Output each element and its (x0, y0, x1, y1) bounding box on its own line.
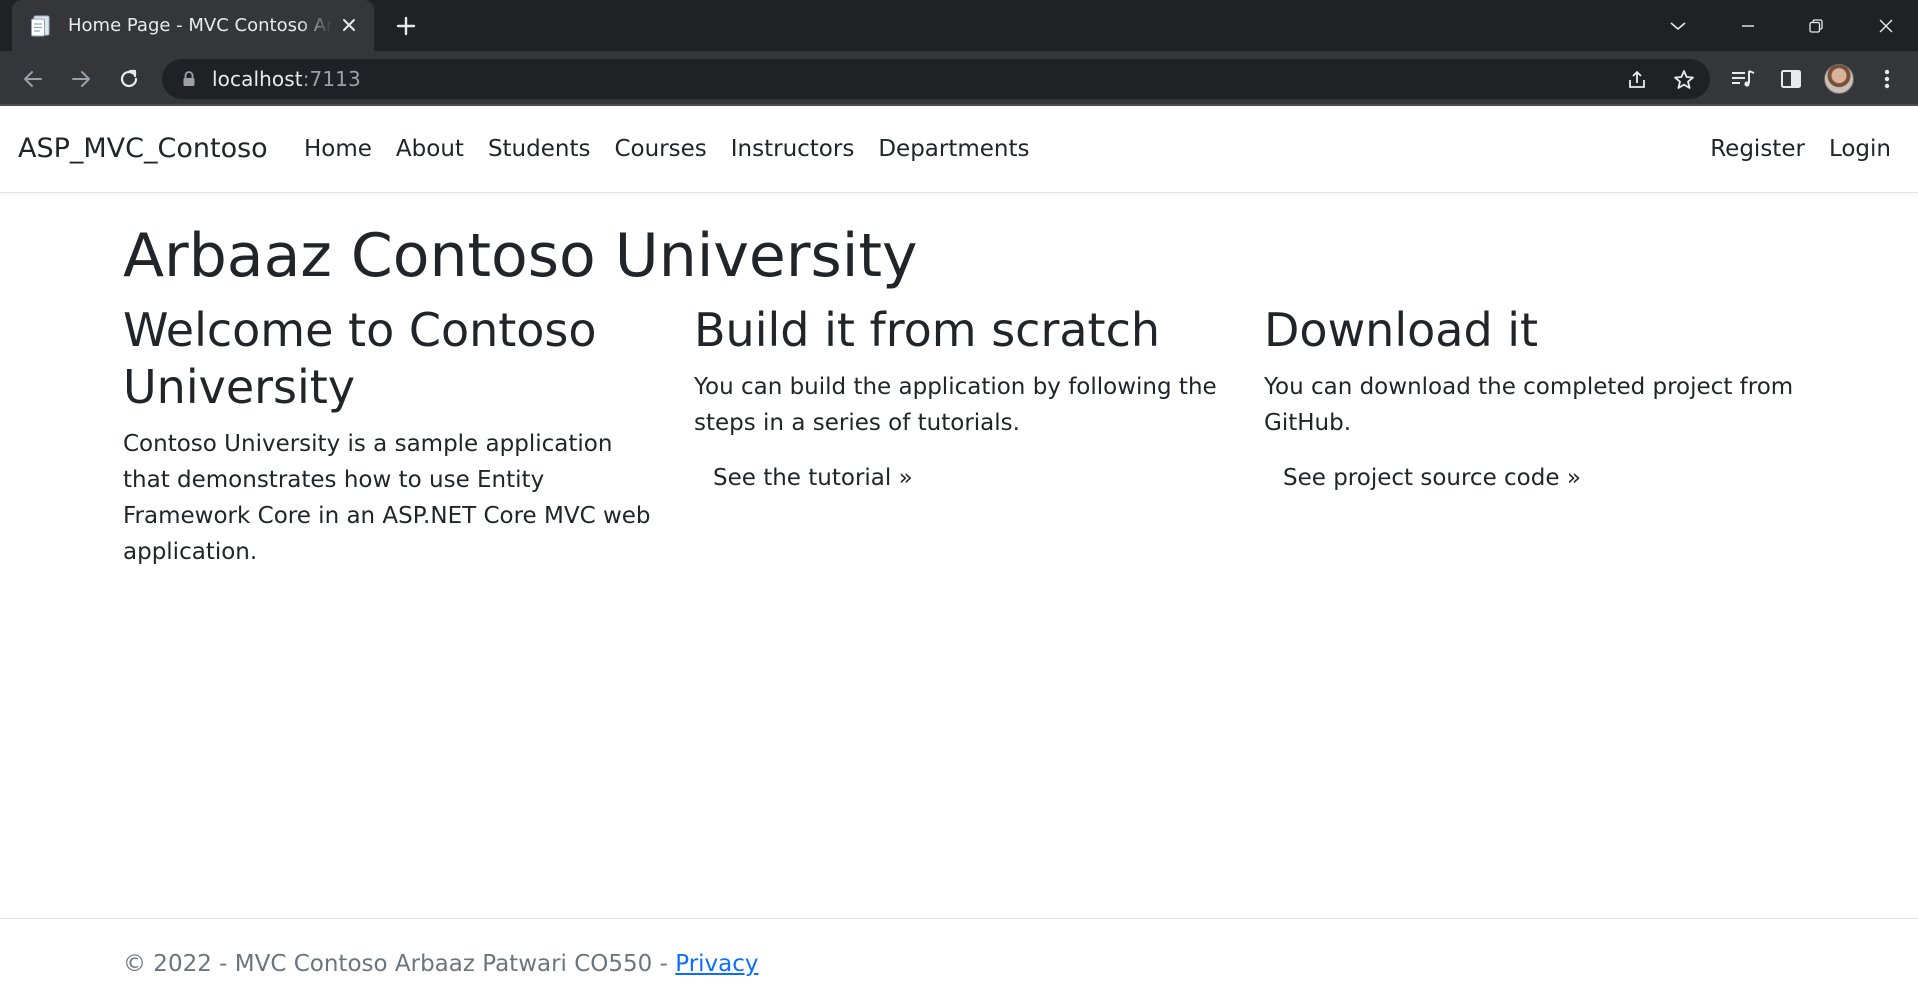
column-heading: Welcome to Contoso University (123, 303, 597, 414)
avatar[interactable] (1824, 64, 1854, 94)
column-text: Contoso University is a sample applicati… (123, 431, 651, 565)
share-icon[interactable] (1624, 67, 1650, 93)
column-download: Download it You can download the complet… (1264, 302, 1804, 491)
see-tutorial-button[interactable]: See the tutorial » (713, 465, 913, 491)
side-panel-icon[interactable] (1776, 64, 1806, 94)
arrow-left-icon[interactable] (18, 64, 48, 94)
media-queue-icon[interactable] (1728, 64, 1758, 94)
nav-account: Register Login (1686, 136, 1891, 162)
site-footer: © 2022 - MVC Contoso Arbaaz Patwari CO55… (0, 918, 1918, 1003)
site-navbar: ASP_MVC_Contoso Home About Students Cour… (0, 108, 1918, 193)
page-title: Arbaaz Contoso University (123, 221, 918, 291)
column-heading: Build it from scratch (694, 303, 1161, 357)
lock-icon[interactable] (180, 70, 198, 88)
tab-title: Home Page - MVC Contoso Arbaaz Patwari (68, 15, 332, 36)
register-link[interactable]: Register (1710, 136, 1805, 162)
nav-home[interactable]: Home (304, 136, 372, 162)
column-text: You can build the application by followi… (694, 374, 1217, 436)
browser-toolbar: localhost:7113 (0, 51, 1918, 106)
footer-text: © 2022 - MVC Contoso Arbaaz Patwari CO55… (123, 951, 759, 977)
reload-icon[interactable] (114, 64, 144, 94)
chevron-down-icon[interactable] (1660, 8, 1696, 44)
url-port: :7113 (302, 67, 361, 91)
url-text: localhost:7113 (212, 67, 361, 91)
restore-icon[interactable] (1798, 8, 1834, 44)
url-host: localhost (212, 67, 303, 91)
profile-avatar (1824, 64, 1854, 94)
plus-icon[interactable] (392, 12, 420, 40)
copyright-text: © 2022 - MVC Contoso Arbaaz Patwari CO55… (123, 951, 676, 977)
kebab-menu-icon[interactable] (1872, 64, 1902, 94)
document-icon (30, 14, 52, 38)
close-icon[interactable] (338, 14, 360, 36)
star-icon[interactable] (1671, 67, 1697, 93)
nav-students[interactable]: Students (488, 136, 591, 162)
column-build: Build it from scratch You can build the … (694, 302, 1234, 491)
nav-departments[interactable]: Departments (878, 136, 1029, 162)
nav-about[interactable]: About (396, 136, 464, 162)
main-content: Arbaaz Contoso University Welcome to Con… (123, 220, 1833, 565)
arrow-right-icon[interactable] (66, 64, 96, 94)
nav-links: Home About Students Courses Instructors … (304, 136, 1054, 162)
browser-tab-bar: Home Page - MVC Contoso Arbaaz Patwari (0, 0, 1918, 51)
column-text: You can download the completed project f… (1264, 374, 1794, 436)
address-bar[interactable]: localhost:7113 (162, 59, 1710, 99)
see-source-code-button[interactable]: See project source code » (1283, 465, 1581, 491)
minimize-icon[interactable] (1730, 8, 1766, 44)
nav-courses[interactable]: Courses (614, 136, 706, 162)
column-welcome: Welcome to Contoso University Contoso Un… (123, 302, 663, 570)
column-heading: Download it (1264, 303, 1539, 357)
brand-link[interactable]: ASP_MVC_Contoso (18, 133, 268, 164)
close-icon[interactable] (1868, 8, 1904, 44)
nav-instructors[interactable]: Instructors (731, 136, 855, 162)
privacy-link[interactable]: Privacy (675, 951, 758, 977)
browser-tab[interactable]: Home Page - MVC Contoso Arbaaz Patwari (12, 0, 374, 51)
login-link[interactable]: Login (1829, 136, 1891, 162)
